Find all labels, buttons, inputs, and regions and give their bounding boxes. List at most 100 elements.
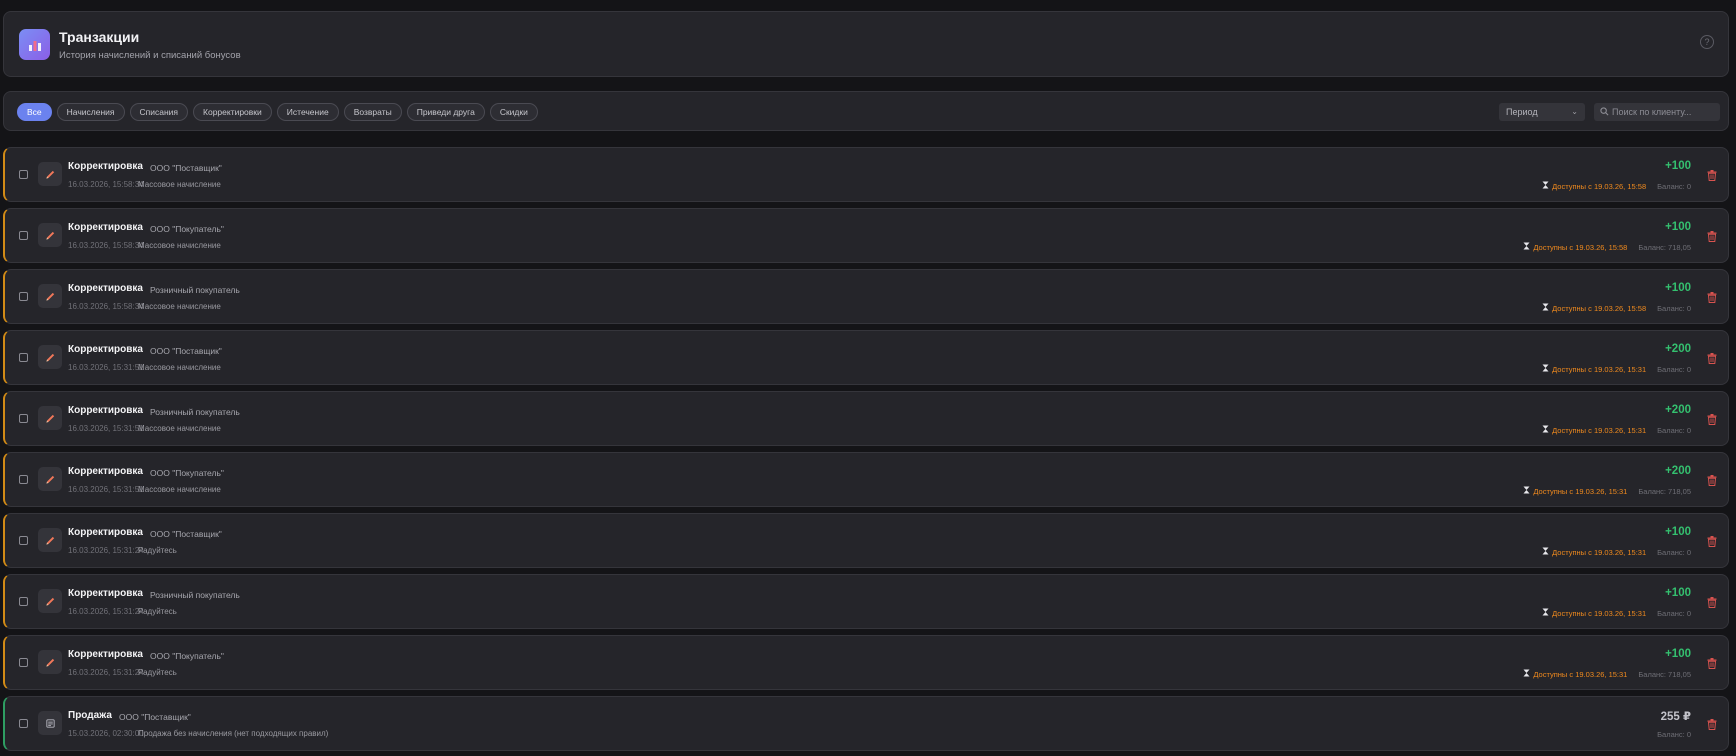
filter-bar: Все Начисления Списания Корректировки Истече… bbox=[3, 91, 1729, 131]
transaction-row[interactable]: Корректировка Розничный покупатель 16.03.2… bbox=[3, 574, 1729, 629]
availability-date: Доступны с 19.03.26, 15:31 bbox=[1552, 547, 1647, 557]
trash-icon[interactable] bbox=[1707, 595, 1717, 613]
transaction-date: 16.03.2026, 15:58:34 bbox=[68, 302, 144, 311]
transaction-amount: +200 bbox=[1665, 343, 1691, 355]
transaction-row[interactable]: Корректировка Розничный покупатель 16.03.2… bbox=[3, 391, 1729, 446]
trash-icon[interactable] bbox=[1707, 412, 1717, 430]
trash-icon[interactable] bbox=[1707, 534, 1717, 552]
transaction-date: 16.03.2026, 15:31:24 bbox=[68, 668, 144, 677]
pencil-icon bbox=[38, 284, 62, 308]
transaction-row[interactable]: Корректировка ООО "Поставщик" 16.03.2026, … bbox=[3, 147, 1729, 202]
transaction-amount: +100 bbox=[1665, 648, 1691, 660]
transaction-note: Массовое начисление bbox=[138, 241, 221, 250]
transaction-note: Продажа без начисления (нет подходящих п… bbox=[138, 729, 329, 738]
availability-date: Доступны с 19.03.26, 15:58 bbox=[1533, 242, 1628, 252]
trash-icon[interactable] bbox=[1707, 717, 1717, 735]
transaction-type: Корректировка bbox=[68, 405, 143, 416]
pencil-icon bbox=[38, 528, 62, 552]
transaction-amount: 255 ₽ bbox=[1660, 711, 1691, 723]
balance: Баланс: 718,05 bbox=[1638, 669, 1691, 679]
transaction-row[interactable]: Корректировка ООО "Покупатель" 16.03.2026,… bbox=[3, 208, 1729, 263]
transaction-amount: +100 bbox=[1665, 587, 1691, 599]
client-search[interactable] bbox=[1594, 103, 1720, 121]
row-checkbox[interactable] bbox=[19, 231, 28, 240]
client-name: ООО "Поставщик" bbox=[150, 163, 222, 173]
pencil-icon bbox=[38, 650, 62, 674]
transaction-date: 16.03.2026, 15:58:34 bbox=[68, 241, 144, 250]
row-meta: Доступны с 19.03.26, 15:31 Баланс: 0 bbox=[1542, 364, 1691, 374]
hourglass-icon bbox=[1523, 486, 1530, 496]
row-checkbox[interactable] bbox=[19, 597, 28, 606]
transaction-row[interactable]: Корректировка ООО "Покупатель" 16.03.2026,… bbox=[3, 635, 1729, 690]
filter-chip[interactable]: Корректировки bbox=[193, 103, 272, 121]
transaction-type: Корректировка bbox=[68, 527, 143, 538]
trash-icon[interactable] bbox=[1707, 168, 1717, 186]
row-checkbox[interactable] bbox=[19, 353, 28, 362]
balance: Баланс: 0 bbox=[1657, 425, 1691, 435]
transaction-amount: +200 bbox=[1665, 465, 1691, 477]
filter-chip[interactable]: Истечение bbox=[276, 103, 339, 121]
transaction-row[interactable]: Корректировка ООО "Поставщик" 16.03.2026, … bbox=[3, 330, 1729, 385]
trash-icon[interactable] bbox=[1707, 351, 1717, 369]
period-select-value: Период bbox=[1506, 107, 1538, 117]
filter-chip[interactable]: Все bbox=[17, 103, 52, 121]
transaction-amount: +100 bbox=[1665, 160, 1691, 172]
transaction-row[interactable]: Корректировка Розничный покупатель 16.03.2… bbox=[3, 269, 1729, 324]
client-name: ООО "Поставщик" bbox=[150, 346, 222, 356]
hourglass-icon bbox=[1523, 242, 1530, 252]
balance: Баланс: 718,05 bbox=[1638, 242, 1691, 252]
transaction-date: 16.03.2026, 15:31:24 bbox=[68, 546, 144, 555]
pencil-icon bbox=[38, 589, 62, 613]
trash-icon[interactable] bbox=[1707, 290, 1717, 308]
transaction-note: Массовое начисление bbox=[138, 302, 221, 311]
client-name: Розничный покупатель bbox=[150, 590, 240, 600]
availability-date: Доступны с 19.03.26, 15:58 bbox=[1552, 303, 1647, 313]
transaction-date: 16.03.2026, 15:31:24 bbox=[68, 607, 144, 616]
page-subtitle: История начислений и списаний бонусов bbox=[59, 50, 241, 61]
filter-chip[interactable]: Списания bbox=[129, 103, 189, 121]
chevron-down-icon: ⌄ bbox=[1571, 107, 1578, 116]
trash-icon[interactable] bbox=[1707, 473, 1717, 491]
pencil-icon bbox=[38, 467, 62, 491]
period-select[interactable]: Период ⌄ bbox=[1499, 103, 1585, 121]
transaction-note: Массовое начисление bbox=[138, 485, 221, 494]
hourglass-icon bbox=[1542, 303, 1549, 313]
row-checkbox[interactable] bbox=[19, 719, 28, 728]
filter-chip[interactable]: Начисления bbox=[56, 103, 125, 121]
balance: Баланс: 0 bbox=[1657, 303, 1691, 313]
filter-chips: Все Начисления Списания Корректировки Истече… bbox=[17, 103, 538, 121]
row-checkbox[interactable] bbox=[19, 292, 28, 301]
trash-icon[interactable] bbox=[1707, 656, 1717, 674]
transaction-row[interactable]: Корректировка ООО "Поставщик" 16.03.2026, … bbox=[3, 513, 1729, 568]
transaction-row[interactable]: Продажа ООО "Поставщик" 15.03.2026, 02:30:… bbox=[3, 696, 1729, 751]
balance: Баланс: 0 bbox=[1657, 547, 1691, 557]
balance: Баланс: 0 bbox=[1657, 364, 1691, 374]
balance: Баланс: 0 bbox=[1657, 608, 1691, 618]
row-checkbox[interactable] bbox=[19, 170, 28, 179]
filter-chip[interactable]: Скидки bbox=[489, 103, 538, 121]
row-meta: Доступны с 19.03.26, 15:31 Баланс: 718,05 bbox=[1523, 486, 1691, 496]
row-meta: Доступны с 19.03.26, 15:58 Баланс: 0 bbox=[1542, 181, 1691, 191]
filter-chip[interactable]: Приведи друга bbox=[406, 103, 485, 121]
row-meta: Доступны с 19.03.26, 15:31 Баланс: 0 bbox=[1542, 425, 1691, 435]
transaction-type: Корректировка bbox=[68, 649, 143, 660]
transaction-date: 16.03.2026, 15:31:51 bbox=[68, 363, 144, 372]
transaction-note: Массовое начисление bbox=[138, 180, 221, 189]
transaction-amount: +100 bbox=[1665, 282, 1691, 294]
row-checkbox[interactable] bbox=[19, 414, 28, 423]
row-checkbox[interactable] bbox=[19, 658, 28, 667]
trash-icon[interactable] bbox=[1707, 229, 1717, 247]
row-meta: Баланс: 0 bbox=[1657, 730, 1691, 739]
search-icon bbox=[1600, 107, 1609, 116]
filter-chip[interactable]: Возвраты bbox=[343, 103, 402, 121]
row-checkbox[interactable] bbox=[19, 475, 28, 484]
hourglass-icon bbox=[1542, 181, 1549, 191]
client-name: ООО "Покупатель" bbox=[150, 468, 224, 478]
help-circle-icon[interactable]: ? bbox=[1700, 35, 1714, 49]
client-name: Розничный покупатель bbox=[150, 407, 240, 417]
transaction-row[interactable]: Корректировка ООО "Покупатель" 16.03.2026,… bbox=[3, 452, 1729, 507]
row-checkbox[interactable] bbox=[19, 536, 28, 545]
search-input[interactable] bbox=[1612, 103, 1716, 121]
client-name: Розничный покупатель bbox=[150, 285, 240, 295]
transaction-note: Радуйтесь bbox=[138, 546, 177, 555]
